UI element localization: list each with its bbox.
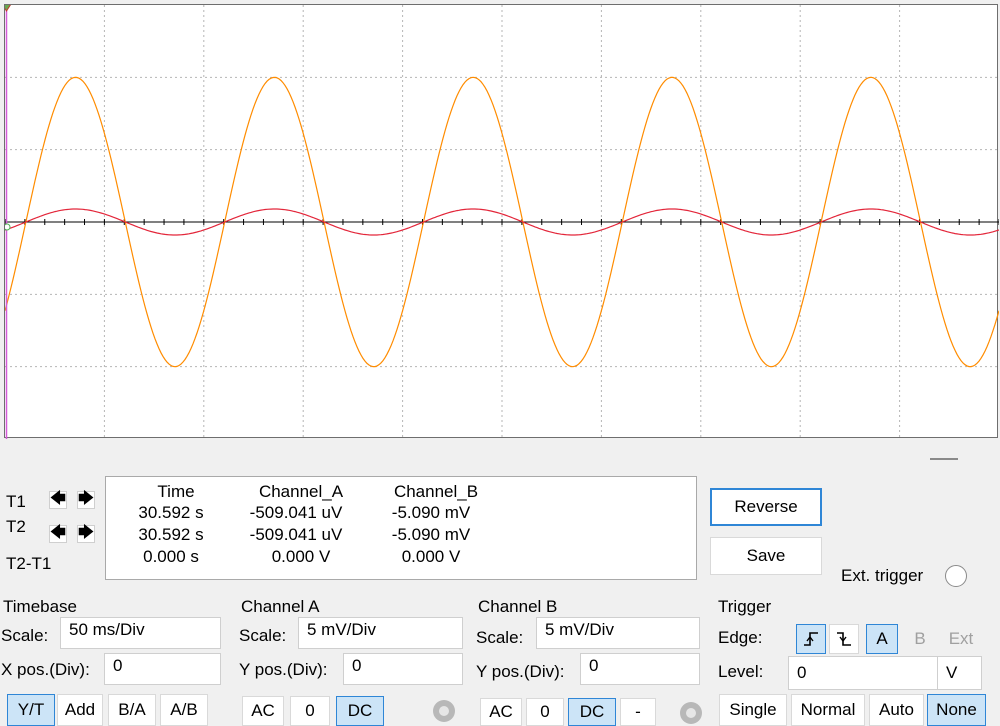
timebase-scale-label: Scale: bbox=[1, 626, 49, 645]
readout-diff-channel-a: 0.000 V bbox=[271, 547, 331, 566]
readout-t1-channel-b: -5.090 mV bbox=[391, 503, 471, 522]
t2-right-arrow-icon[interactable]: 🡆 bbox=[77, 524, 95, 543]
channel-a-scale-label: Scale: bbox=[239, 626, 287, 645]
channel-a-scale-input[interactable]: 5 mV/Div bbox=[298, 617, 463, 649]
trigger-none-button[interactable]: None bbox=[927, 694, 986, 726]
mode-yt-button[interactable]: Y/T bbox=[7, 694, 55, 726]
timebase-xpos-label: X pos.(Div): bbox=[1, 660, 90, 679]
channel-b-scale-input[interactable]: 5 mV/Div bbox=[536, 617, 700, 649]
readout-t1-channel-a: -509.041 uV bbox=[249, 503, 343, 522]
trigger-auto-button[interactable]: Auto bbox=[869, 694, 924, 726]
channel-b-zero-button[interactable]: 0 bbox=[526, 698, 564, 726]
ext-trigger-radio[interactable] bbox=[945, 565, 967, 587]
mode-ba-button[interactable]: B/A bbox=[108, 694, 156, 726]
rising-edge-icon[interactable] bbox=[796, 624, 826, 654]
channel-a-dc-button[interactable]: DC bbox=[336, 696, 384, 726]
channel-b-ac-button[interactable]: AC bbox=[480, 698, 522, 726]
channel-a-title: Channel A bbox=[241, 597, 320, 616]
channel-b-title: Channel B bbox=[478, 597, 558, 616]
cursor-marker-icon bbox=[5, 5, 11, 12]
trigger-level-unit: V bbox=[938, 656, 982, 690]
readout-t2-channel-b: -5.090 mV bbox=[391, 525, 471, 544]
channel-a-ac-button[interactable]: AC bbox=[242, 696, 284, 726]
mode-add-button[interactable]: Add bbox=[57, 694, 103, 726]
trigger-edge-label: Edge: bbox=[718, 628, 763, 647]
trigger-source-ext-button[interactable]: Ext bbox=[940, 624, 982, 654]
waveform-display bbox=[5, 5, 999, 439]
timebase-scale-input[interactable]: 50 ms/Div bbox=[60, 617, 221, 649]
falling-edge-icon[interactable] bbox=[829, 624, 859, 654]
readout-header-channel-b: Channel_B bbox=[393, 482, 479, 501]
channel-b-dc-button[interactable]: DC bbox=[568, 698, 616, 726]
trigger-single-button[interactable]: Single bbox=[719, 694, 787, 726]
trigger-source-a-button[interactable]: A bbox=[866, 624, 898, 654]
channel-b-ypos-input[interactable]: 0 bbox=[580, 653, 700, 685]
cursor-t1-label: T1 bbox=[6, 492, 26, 511]
channel-a-ypos-input[interactable]: 0 bbox=[343, 653, 463, 685]
readout-t1-time: 30.592 s bbox=[138, 503, 204, 522]
channel-a-ypos-label: Y pos.(Div): bbox=[239, 660, 328, 679]
t1-right-arrow-icon[interactable]: 🡆 bbox=[77, 490, 95, 509]
save-button[interactable]: Save bbox=[710, 537, 822, 575]
cursor-diff-label: T2-T1 bbox=[6, 554, 52, 573]
channel-a-zero-button[interactable]: 0 bbox=[290, 696, 330, 726]
trigger-title: Trigger bbox=[718, 597, 772, 616]
readout-header-channel-a: Channel_A bbox=[258, 482, 344, 501]
channel-b-scale-label: Scale: bbox=[476, 628, 524, 647]
t2-left-arrow-icon[interactable]: 🡄 bbox=[49, 524, 67, 543]
timebase-title: Timebase bbox=[3, 597, 78, 616]
channel-b-color-knob-icon[interactable] bbox=[680, 702, 702, 724]
oscilloscope-screen bbox=[4, 4, 999, 439]
reverse-button[interactable]: Reverse bbox=[710, 488, 822, 526]
ground-marker-icon bbox=[5, 223, 11, 231]
panel-divider-handle[interactable] bbox=[930, 458, 958, 460]
timebase-xpos-input[interactable]: 0 bbox=[104, 653, 221, 685]
cursor-t2-label: T2 bbox=[6, 517, 26, 536]
ext-trigger-label: Ext. trigger bbox=[841, 566, 924, 585]
channel-a-color-knob-icon[interactable] bbox=[433, 700, 455, 722]
trigger-normal-button[interactable]: Normal bbox=[791, 694, 865, 726]
readout-t2-channel-a: -509.041 uV bbox=[249, 525, 343, 544]
trigger-level-input[interactable]: 0 bbox=[788, 656, 938, 690]
readout-header-time: Time bbox=[157, 482, 195, 501]
channel-b-invert-button[interactable]: - bbox=[620, 698, 656, 726]
trigger-source-b-button[interactable]: B bbox=[904, 624, 936, 654]
channel-b-ypos-label: Y pos.(Div): bbox=[476, 662, 565, 681]
readout-t2-time: 30.592 s bbox=[138, 525, 204, 544]
trigger-level-label: Level: bbox=[718, 662, 764, 681]
cursor-readout-table: Time Channel_A Channel_B 30.592 s -509.0… bbox=[105, 476, 697, 580]
t1-left-arrow-icon[interactable]: 🡄 bbox=[49, 490, 67, 509]
readout-diff-time: 0.000 s bbox=[143, 547, 199, 566]
mode-ab-button[interactable]: A/B bbox=[160, 694, 208, 726]
readout-diff-channel-b: 0.000 V bbox=[401, 547, 461, 566]
